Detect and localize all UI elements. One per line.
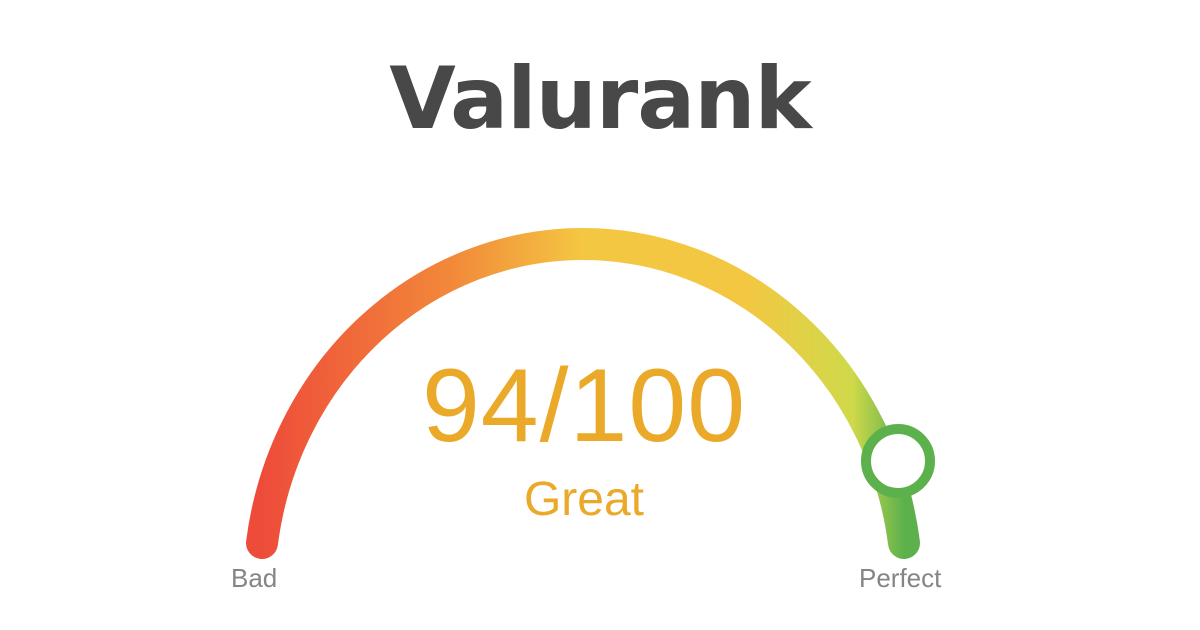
gauge-max-label: Perfect	[859, 563, 942, 593]
score-gauge	[246, 228, 935, 559]
score-value: 94/100	[421, 348, 747, 464]
score-rating: Great	[523, 473, 645, 526]
gauge-min-label: Bad	[231, 563, 278, 593]
